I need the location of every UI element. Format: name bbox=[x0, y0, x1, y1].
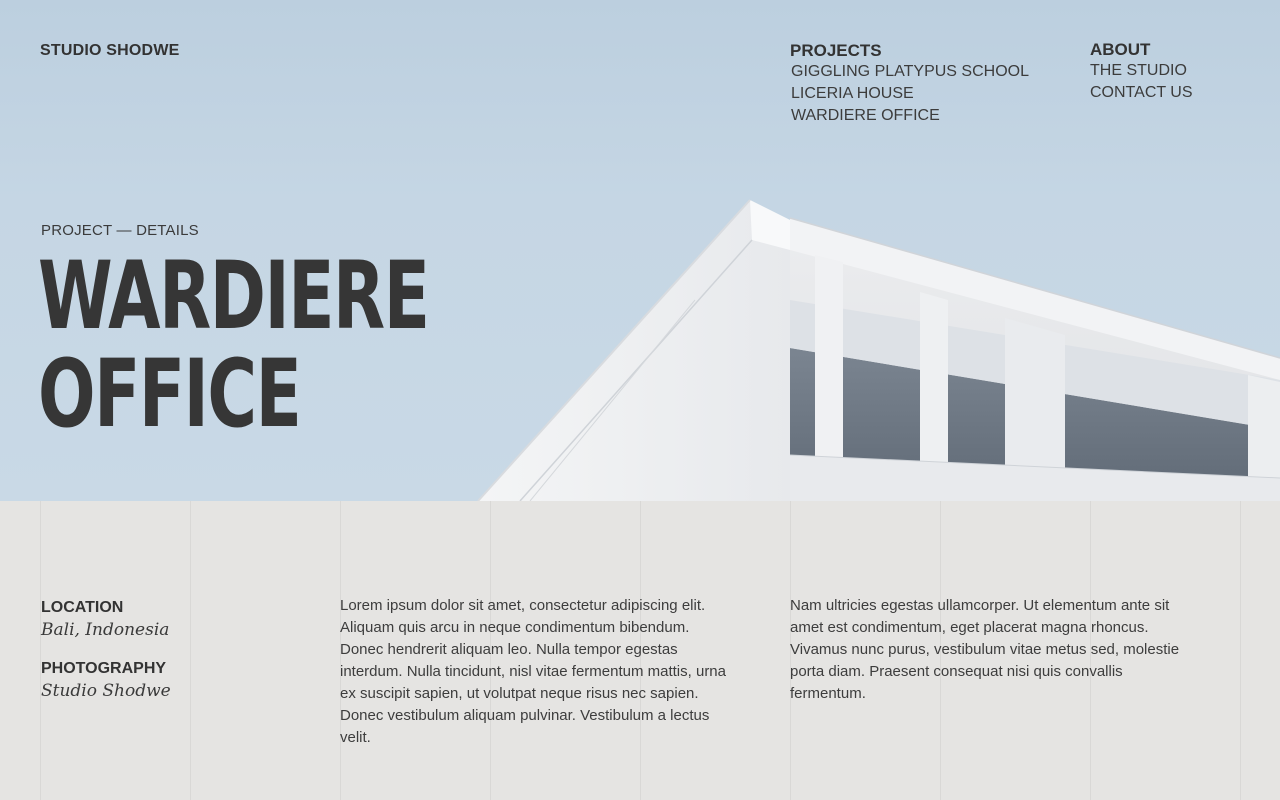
nav-about-heading[interactable]: ABOUT bbox=[1090, 40, 1193, 60]
nav-link-liceria-house[interactable]: LICERIA HOUSE bbox=[791, 83, 1029, 105]
title-line-1: WARDIERE bbox=[38, 242, 430, 351]
grid-line bbox=[1240, 501, 1241, 800]
details-section: LOCATION Bali, Indonesia PHOTOGRAPHY Stu… bbox=[0, 501, 1280, 800]
hero-image: STUDIO SHODWE PROJECTS GIGGLING PLATYPUS… bbox=[0, 0, 1280, 501]
page-title: WARDIERE OFFICE bbox=[38, 248, 430, 444]
nav-projects-heading[interactable]: PROJECTS bbox=[790, 41, 1029, 61]
nav-link-wardiere-office[interactable]: WARDIERE OFFICE bbox=[791, 105, 1029, 127]
photography-value: Studio Shodwe bbox=[41, 681, 171, 701]
location-label: LOCATION bbox=[41, 599, 124, 616]
nav-about: ABOUT THE STUDIO CONTACT US bbox=[1090, 40, 1193, 104]
nav-projects: PROJECTS GIGGLING PLATYPUS SCHOOL LICERI… bbox=[790, 41, 1029, 127]
project-meta: LOCATION Bali, Indonesia PHOTOGRAPHY Stu… bbox=[41, 598, 171, 720]
brand-logo[interactable]: STUDIO SHODWE bbox=[40, 42, 180, 60]
location-value: Bali, Indonesia bbox=[41, 620, 170, 640]
title-line-2: OFFICE bbox=[38, 340, 302, 449]
project-eyebrow: PROJECT — DETAILS bbox=[41, 222, 199, 239]
nav-link-the-studio[interactable]: THE STUDIO bbox=[1090, 60, 1193, 82]
description-paragraph-1: Lorem ipsum dolor sit amet, consectetur … bbox=[340, 597, 726, 746]
nav-link-giggling-platypus-school[interactable]: GIGGLING PLATYPUS SCHOOL bbox=[791, 61, 1029, 83]
nav-link-contact-us[interactable]: CONTACT US bbox=[1090, 82, 1193, 104]
description-paragraph-2: Nam ultricies egestas ullamcorper. Ut el… bbox=[790, 597, 1180, 702]
photography-label: PHOTOGRAPHY bbox=[41, 660, 167, 677]
grid-line bbox=[190, 501, 191, 800]
